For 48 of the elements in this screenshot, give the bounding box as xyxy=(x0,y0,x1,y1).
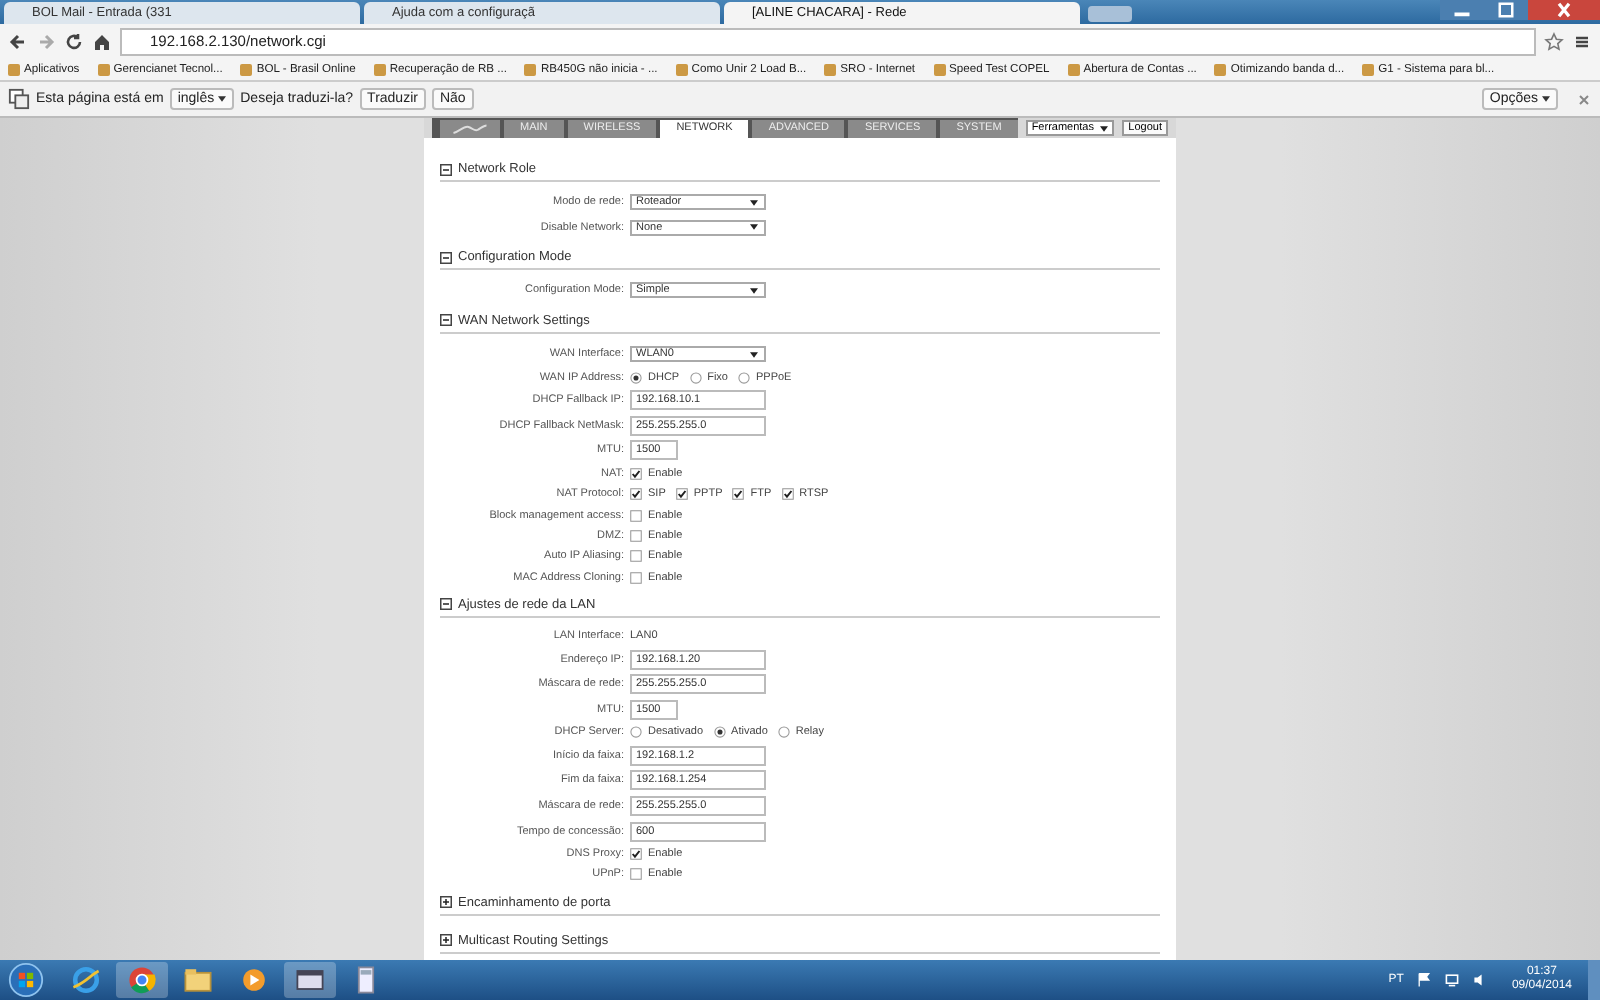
checkbox[interactable] xyxy=(630,868,642,881)
checkbox[interactable] xyxy=(630,550,642,563)
radio-button[interactable] xyxy=(737,371,750,384)
speaker-icon[interactable] xyxy=(1471,972,1488,988)
radio-button[interactable] xyxy=(689,371,702,384)
translate-icon xyxy=(8,88,30,110)
home-icon[interactable] xyxy=(92,31,112,51)
caret-icon xyxy=(218,96,227,102)
wing-logo-icon xyxy=(452,123,488,135)
expand-icon[interactable] xyxy=(440,896,452,909)
checkbox[interactable] xyxy=(630,488,642,501)
radio-button[interactable] xyxy=(713,726,726,739)
star-icon[interactable] xyxy=(1544,31,1564,51)
checkbox[interactable] xyxy=(630,509,642,522)
checkbox[interactable] xyxy=(630,529,642,542)
radio-button[interactable] xyxy=(777,726,790,739)
flag-icon[interactable] xyxy=(1415,972,1432,988)
checkbox[interactable] xyxy=(675,488,688,501)
collapse-icon[interactable] xyxy=(440,251,452,264)
logo-tab[interactable] xyxy=(440,120,500,138)
caret-icon xyxy=(750,287,758,294)
back-icon[interactable] xyxy=(8,31,28,51)
checkbox[interactable] xyxy=(781,488,794,501)
collapse-icon[interactable] xyxy=(440,163,452,175)
chrome-icon[interactable] xyxy=(116,962,168,998)
reload-icon[interactable] xyxy=(64,31,84,51)
monitor-icon[interactable] xyxy=(1443,972,1460,988)
menu-icon[interactable] xyxy=(1572,31,1592,51)
expand-icon[interactable] xyxy=(440,934,452,947)
caret-icon xyxy=(1100,125,1109,131)
checkbox[interactable] xyxy=(732,488,745,501)
caret-icon xyxy=(1542,96,1550,102)
caret-icon xyxy=(750,199,758,206)
window-icon[interactable] xyxy=(284,962,336,998)
caret-icon xyxy=(750,224,758,231)
checkbox[interactable] xyxy=(630,467,642,480)
close-icon[interactable] xyxy=(1528,0,1600,20)
checkbox[interactable] xyxy=(630,848,642,861)
start-orb-icon[interactable] xyxy=(8,962,44,998)
maximize-icon[interactable] xyxy=(1484,0,1528,20)
radio-button[interactable] xyxy=(630,726,642,739)
checkbox[interactable] xyxy=(630,571,642,584)
minimize-icon[interactable] xyxy=(1440,0,1484,20)
collapse-icon[interactable] xyxy=(440,314,452,327)
collapse-icon[interactable] xyxy=(440,598,452,611)
close-icon[interactable] xyxy=(1576,91,1592,107)
radio-button[interactable] xyxy=(630,371,642,384)
caret-icon xyxy=(750,351,758,358)
